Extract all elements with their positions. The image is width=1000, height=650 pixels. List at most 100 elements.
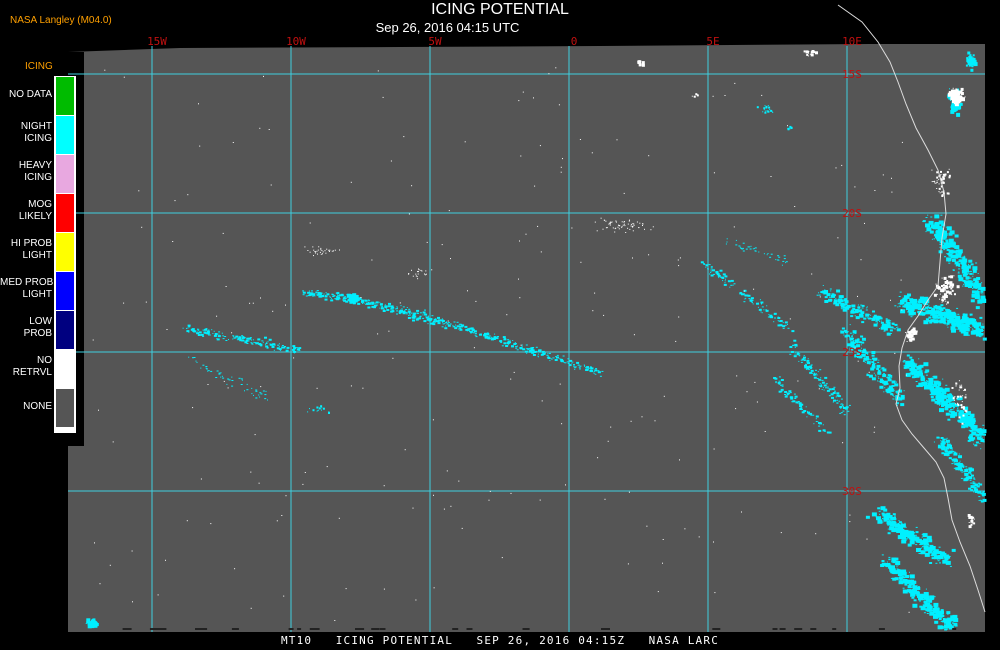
icing-pixel [556, 356, 559, 359]
no-retrieval-pixel [633, 223, 635, 225]
icing-pixel [934, 555, 939, 560]
icing-pixel [546, 356, 548, 358]
icing-pixel [925, 223, 930, 228]
no-retrieval-pixel [936, 180, 938, 182]
icing-pixel [964, 273, 968, 276]
no-retrieval-pixel [657, 591, 659, 593]
no-retrieval-pixel [944, 281, 948, 284]
icing-pixel [532, 354, 536, 356]
icing-pixel [317, 410, 319, 412]
no-retrieval-pixel [954, 293, 956, 296]
no-retrieval-pixel [842, 442, 844, 444]
no-retrieval-pixel [945, 293, 947, 295]
icing-pixel [945, 398, 950, 402]
icing-pixel [826, 386, 829, 388]
icing-pixel [880, 368, 882, 370]
icing-pixel [873, 367, 876, 369]
icing-pixel [255, 397, 258, 399]
icing-pixel [953, 458, 958, 462]
icing-pixel [941, 447, 946, 451]
icing-pixel [507, 339, 510, 341]
icing-pixel [898, 305, 901, 307]
icing-pixel [708, 268, 709, 270]
icing-pixel [962, 259, 964, 261]
icing-pixel [526, 352, 528, 354]
icing-pixel [954, 261, 959, 265]
icing-pixel [930, 232, 932, 234]
icing-pixel [840, 308, 843, 310]
icing-pixel [918, 553, 921, 554]
icing-pixel [218, 373, 221, 375]
icing-pixel [982, 427, 984, 429]
icing-pixel [938, 558, 941, 560]
icing-pixel [946, 611, 951, 615]
no-retrieval-pixel [938, 287, 940, 289]
icing-pixel [968, 277, 971, 279]
icing-pixel [285, 349, 289, 352]
icing-pixel [252, 339, 254, 341]
icing-pixel [777, 324, 781, 327]
icing-pixel [883, 380, 888, 384]
no-retrieval-pixel [629, 228, 631, 230]
icing-pixel [914, 373, 920, 378]
no-retrieval-pixel [132, 601, 133, 603]
no-retrieval-pixel [412, 507, 414, 509]
no-retrieval-pixel [950, 275, 954, 279]
no-retrieval-pixel [951, 96, 955, 100]
icing-pixel [885, 517, 890, 520]
no-retrieval-pixel [388, 330, 390, 332]
icing-pixel [982, 491, 985, 493]
legend-item: NONE [0, 388, 76, 427]
icing-pixel [550, 358, 552, 360]
icing-pixel [911, 374, 914, 376]
no-retrieval-pixel [677, 259, 679, 261]
icing-pixel [939, 557, 941, 559]
no-retrieval-pixel [938, 187, 941, 190]
icing-pixel [872, 363, 875, 366]
icing-pixel [975, 441, 979, 444]
icing-pixel [352, 301, 356, 304]
icing-pixel [949, 230, 955, 235]
no-retrieval-pixel [939, 293, 941, 295]
edge-artifact [601, 628, 610, 630]
icing-pixel [772, 112, 774, 113]
icing-pixel [937, 437, 940, 439]
icing-pixel [929, 545, 933, 548]
icing-pixel [272, 346, 274, 348]
icing-pixel [224, 336, 227, 337]
icing-pixel [950, 408, 953, 410]
icing-pixel [944, 393, 945, 395]
icing-pixel [446, 323, 448, 325]
no-retrieval-pixel [94, 542, 95, 544]
icing-pixel [559, 358, 561, 360]
no-retrieval-pixel [948, 176, 951, 179]
no-retrieval-pixel [615, 220, 617, 222]
icing-pixel [293, 350, 296, 353]
icing-pixel [973, 425, 978, 429]
icing-pixel [762, 111, 764, 113]
icing-pixel [775, 259, 777, 261]
icing-pixel [806, 359, 810, 362]
icing-pixel [560, 358, 564, 361]
icing-pixel [726, 241, 728, 243]
icing-pixel [894, 515, 896, 517]
no-retrieval-pixel [501, 557, 503, 559]
icing-pixel [978, 500, 980, 501]
no-retrieval-pixel [250, 471, 252, 473]
icing-pixel [216, 370, 219, 372]
no-retrieval-pixel [945, 285, 947, 287]
no-retrieval-pixel [411, 269, 412, 271]
icing-pixel [254, 342, 257, 344]
icing-pixel [207, 370, 210, 372]
no-retrieval-pixel [970, 523, 973, 526]
no-retrieval-pixel [961, 401, 963, 403]
no-retrieval-pixel [849, 514, 851, 516]
icing-pixel [972, 275, 974, 277]
icing-pixel [852, 333, 854, 335]
icing-pixel [801, 411, 805, 414]
icing-pixel [257, 342, 259, 343]
icing-pixel [784, 324, 787, 326]
no-retrieval-pixel [415, 275, 417, 277]
icing-pixel [528, 350, 532, 353]
icing-pixel [962, 285, 964, 287]
